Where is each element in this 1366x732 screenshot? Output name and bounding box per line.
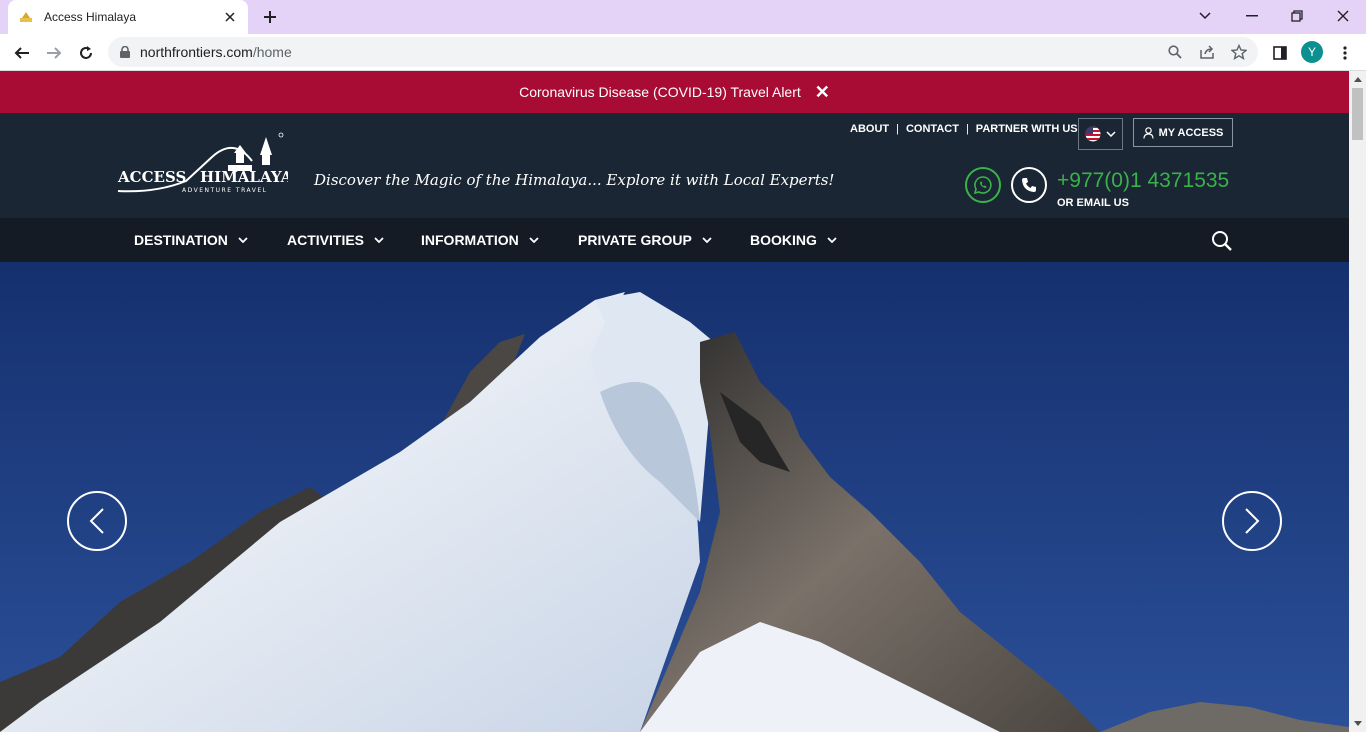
nav-item-label: BOOKING bbox=[750, 232, 817, 248]
side-panel-icon[interactable] bbox=[1266, 39, 1294, 67]
search-icon[interactable] bbox=[1210, 229, 1234, 253]
email-link[interactable]: OR EMAIL US bbox=[1057, 197, 1129, 209]
restore-icon[interactable] bbox=[1283, 3, 1311, 29]
scroll-up-icon[interactable] bbox=[1353, 75, 1362, 84]
nav-item-label: PRIVATE GROUP bbox=[578, 232, 692, 248]
browser-tabstrip: Access Himalaya bbox=[0, 0, 1366, 34]
slider-prev-button[interactable] bbox=[67, 491, 127, 551]
browser-tab[interactable]: Access Himalaya bbox=[8, 0, 248, 34]
nav-item-label: INFORMATION bbox=[421, 232, 519, 248]
nav-item-destination[interactable]: DESTINATION bbox=[134, 218, 248, 262]
page-scrollbar[interactable] bbox=[1349, 71, 1366, 732]
bookmark-star-icon[interactable] bbox=[1230, 43, 1248, 61]
my-access-label: MY ACCESS bbox=[1158, 126, 1224, 139]
nav-item-information[interactable]: INFORMATION bbox=[421, 218, 539, 262]
slider-next-button[interactable] bbox=[1222, 491, 1282, 551]
tab-title: Access Himalaya bbox=[44, 10, 137, 24]
close-window-icon[interactable] bbox=[1329, 3, 1357, 29]
page-viewport: Coronavirus Disease (COVID-19) Travel Al… bbox=[0, 71, 1349, 732]
top-link-separator: | bbox=[965, 123, 969, 135]
chevron-right-icon bbox=[1244, 507, 1260, 535]
chevron-left-icon bbox=[89, 507, 105, 535]
top-link-partner[interactable]: PARTNER WITH US bbox=[976, 123, 1078, 135]
alert-close-icon[interactable]: ✕ bbox=[815, 82, 830, 103]
main-nav: DESTINATION ACTIVITIES INFORMATION PRIVA… bbox=[0, 218, 1349, 262]
back-icon[interactable] bbox=[8, 39, 36, 67]
reload-icon[interactable] bbox=[72, 39, 100, 67]
forward-icon[interactable] bbox=[40, 39, 68, 67]
tab-close-icon[interactable] bbox=[222, 9, 238, 25]
covid-alert-bar[interactable]: Coronavirus Disease (COVID-19) Travel Al… bbox=[0, 71, 1349, 113]
chevron-down-icon bbox=[702, 237, 712, 243]
site-favicon-icon bbox=[18, 9, 34, 25]
zoom-search-icon[interactable] bbox=[1166, 43, 1184, 61]
top-links: ABOUT | CONTACT | PARTNER WITH US bbox=[850, 123, 1078, 135]
covid-alert-text[interactable]: Coronavirus Disease (COVID-19) Travel Al… bbox=[519, 84, 801, 100]
us-flag-icon bbox=[1085, 126, 1101, 142]
access-himalaya-logo[interactable]: ACCESS HIMALAYA ADVENTURE TRAVEL bbox=[116, 131, 293, 199]
scroll-thumb[interactable] bbox=[1352, 88, 1363, 140]
logo-text-adventure-travel: ADVENTURE TRAVEL bbox=[182, 187, 267, 194]
phone-number[interactable]: +977(0)1 4371535 bbox=[1057, 169, 1229, 193]
address-bar[interactable]: northfrontiers.com/home bbox=[108, 37, 1258, 67]
nav-item-activities[interactable]: ACTIVITIES bbox=[287, 218, 384, 262]
chevron-down-icon bbox=[1106, 131, 1116, 137]
chevron-down-icon bbox=[529, 237, 539, 243]
chevron-down-icon bbox=[827, 237, 837, 243]
top-link-separator: | bbox=[896, 123, 899, 135]
logo-text-access: ACCESS bbox=[117, 168, 186, 186]
browser-menu-icon[interactable] bbox=[1331, 39, 1359, 67]
new-tab-button[interactable] bbox=[258, 5, 282, 29]
hero-mountain-image bbox=[0, 262, 1349, 732]
whatsapp-icon[interactable] bbox=[965, 167, 1001, 203]
tab-search-icon[interactable] bbox=[1191, 3, 1219, 29]
site-tagline: Discover the Magic of the Himalaya... Ex… bbox=[314, 171, 835, 189]
lock-icon[interactable] bbox=[120, 46, 130, 58]
logo-text-himalaya: HIMALAYA bbox=[200, 168, 288, 186]
url-host: northfrontiers.com bbox=[140, 44, 253, 60]
minimize-icon[interactable] bbox=[1238, 3, 1266, 29]
phone-icon[interactable] bbox=[1011, 167, 1047, 203]
top-link-about[interactable]: ABOUT bbox=[850, 123, 889, 135]
chevron-down-icon bbox=[238, 237, 248, 243]
nav-item-private-group[interactable]: PRIVATE GROUP bbox=[578, 218, 712, 262]
browser-toolbar: northfrontiers.com/home Y bbox=[0, 34, 1366, 71]
profile-avatar[interactable]: Y bbox=[1301, 41, 1323, 63]
nav-item-label: DESTINATION bbox=[134, 232, 228, 248]
nav-item-booking[interactable]: BOOKING bbox=[750, 218, 837, 262]
language-selector[interactable] bbox=[1078, 118, 1123, 150]
site-header: ACCESS HIMALAYA ADVENTURE TRAVEL Discove… bbox=[0, 113, 1349, 218]
top-link-contact[interactable]: CONTACT bbox=[906, 123, 959, 135]
share-icon[interactable] bbox=[1198, 43, 1216, 61]
hero-slider bbox=[0, 262, 1349, 732]
url-path: /home bbox=[252, 44, 292, 60]
user-icon bbox=[1142, 126, 1154, 139]
my-access-button[interactable]: MY ACCESS bbox=[1133, 118, 1233, 147]
scroll-down-icon[interactable] bbox=[1353, 719, 1362, 728]
chevron-down-icon bbox=[374, 237, 384, 243]
nav-item-label: ACTIVITIES bbox=[287, 232, 365, 248]
